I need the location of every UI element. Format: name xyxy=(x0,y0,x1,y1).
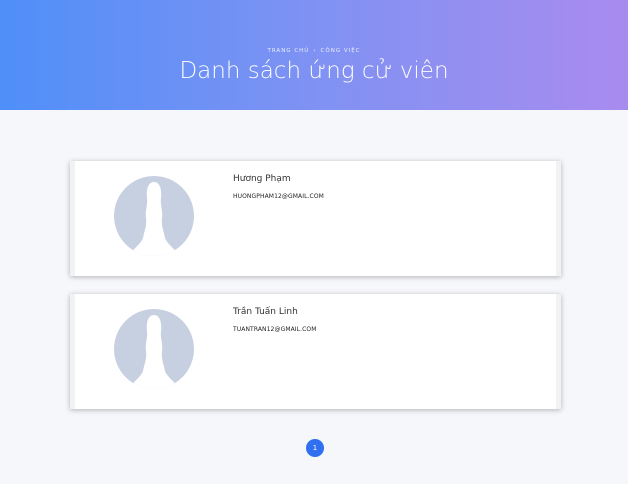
candidate-list: Hương Phạm HUONGPHAM12@GMAIL.COM Trần Tu… xyxy=(0,110,628,484)
page-title: Danh sách ứng cử viên xyxy=(179,58,449,84)
candidate-name[interactable]: Trần Tuấn Linh xyxy=(233,307,298,317)
avatar-silhouette-icon xyxy=(114,176,194,256)
candidate-name[interactable]: Hương Phạm xyxy=(233,174,291,184)
candidate-email: TUANTRAN12@GMAIL.COM xyxy=(233,326,317,333)
breadcrumb-home[interactable]: TRANG CHỦ xyxy=(267,48,309,54)
breadcrumb: TRANG CHỦ › CÔNG VIỆC xyxy=(0,48,628,54)
candidate-email: HUONGPHAM12@GMAIL.COM xyxy=(233,193,324,200)
pagination-page-button[interactable]: 1 xyxy=(306,439,324,457)
candidate-card[interactable]: Trần Tuấn Linh TUANTRAN12@GMAIL.COM xyxy=(70,294,561,409)
candidate-card[interactable]: Hương Phạm HUONGPHAM12@GMAIL.COM xyxy=(70,161,561,276)
breadcrumb-separator: › xyxy=(313,48,317,54)
avatar-silhouette-icon xyxy=(114,309,194,389)
page-header: TRANG CHỦ › CÔNG VIỆC Danh sách ứng cử viê… xyxy=(0,0,628,110)
avatar xyxy=(114,309,194,389)
avatar xyxy=(114,176,194,256)
breadcrumb-current: CÔNG VIỆC xyxy=(320,48,361,54)
